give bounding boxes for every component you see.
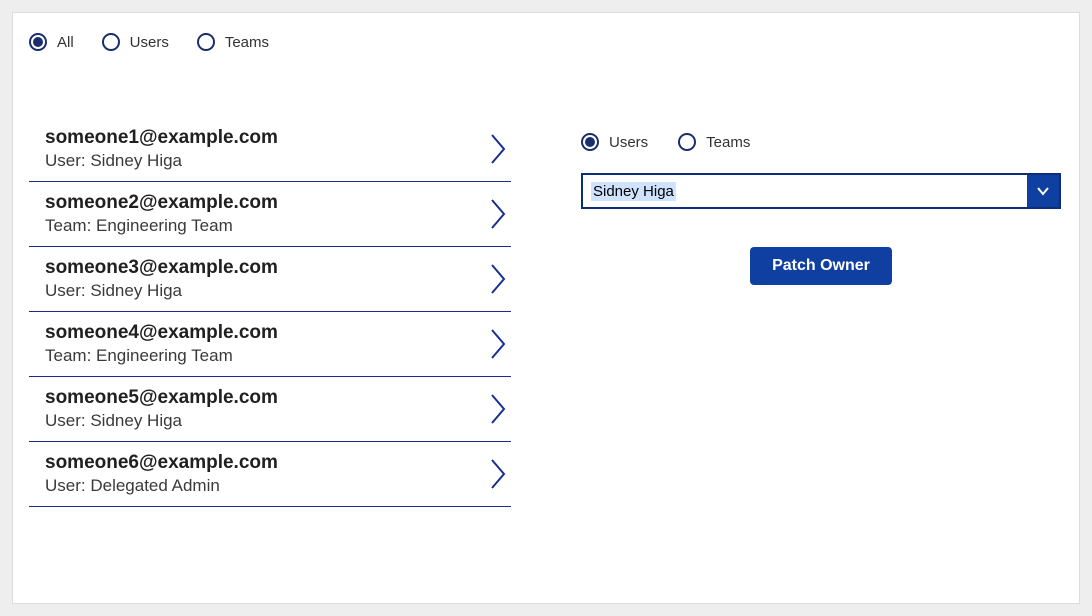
radio-icon [197, 33, 215, 51]
filter-radio-label: All [57, 34, 74, 51]
filter-radio-label: Users [130, 34, 169, 51]
list-item-email: someone1@example.com [45, 127, 278, 149]
assign-radio-users[interactable]: Users [581, 133, 648, 151]
list-item-email: someone5@example.com [45, 387, 278, 409]
assign-type-radio-group: Users Teams [581, 133, 1061, 151]
list-item-email: someone2@example.com [45, 192, 278, 214]
list-item[interactable]: someone1@example.com User: Sidney Higa [29, 121, 511, 182]
list-item-owner: User: Sidney Higa [45, 281, 278, 301]
chevron-right-icon [489, 132, 507, 166]
chevron-right-icon [489, 457, 507, 491]
chevron-right-icon [489, 327, 507, 361]
radio-icon [581, 133, 599, 151]
filter-radio-label: Teams [225, 34, 269, 51]
radio-icon [29, 33, 47, 51]
list-item-owner: Team: Engineering Team [45, 216, 278, 236]
list-item[interactable]: someone3@example.com User: Sidney Higa [29, 247, 511, 312]
patch-owner-button[interactable]: Patch Owner [750, 247, 892, 285]
list-item-owner: Team: Engineering Team [45, 346, 278, 366]
owner-dropdown[interactable]: Sidney Higa [581, 173, 1061, 209]
assign-radio-label: Users [609, 134, 648, 151]
chevron-right-icon [489, 392, 507, 426]
list-item[interactable]: someone6@example.com User: Delegated Adm… [29, 442, 511, 507]
list-item-email: someone6@example.com [45, 452, 278, 474]
list-item-email: someone4@example.com [45, 322, 278, 344]
list-item-owner: User: Sidney Higa [45, 411, 278, 431]
chevron-right-icon [489, 197, 507, 231]
assign-radio-label: Teams [706, 134, 750, 151]
owner-dropdown-toggle[interactable] [1027, 175, 1059, 207]
list-item-owner: User: Sidney Higa [45, 151, 278, 171]
radio-icon [678, 133, 696, 151]
chevron-down-icon [1035, 183, 1051, 199]
list-item[interactable]: someone5@example.com User: Sidney Higa [29, 377, 511, 442]
assign-radio-teams[interactable]: Teams [678, 133, 750, 151]
owner-dropdown-value: Sidney Higa [583, 175, 1027, 207]
radio-icon [102, 33, 120, 51]
filter-radio-teams[interactable]: Teams [197, 33, 269, 51]
filter-radio-users[interactable]: Users [102, 33, 169, 51]
chevron-right-icon [489, 262, 507, 296]
list-item[interactable]: someone2@example.com Team: Engineering T… [29, 182, 511, 247]
filter-radio-group: All Users Teams [29, 33, 1063, 51]
owner-dropdown-text: Sidney Higa [591, 182, 676, 201]
list-item-email: someone3@example.com [45, 257, 278, 279]
list-item[interactable]: someone4@example.com Team: Engineering T… [29, 312, 511, 377]
list-item-owner: User: Delegated Admin [45, 476, 278, 496]
filter-radio-all[interactable]: All [29, 33, 74, 51]
mailbox-list[interactable]: someone1@example.com User: Sidney Higa s… [29, 121, 521, 611]
